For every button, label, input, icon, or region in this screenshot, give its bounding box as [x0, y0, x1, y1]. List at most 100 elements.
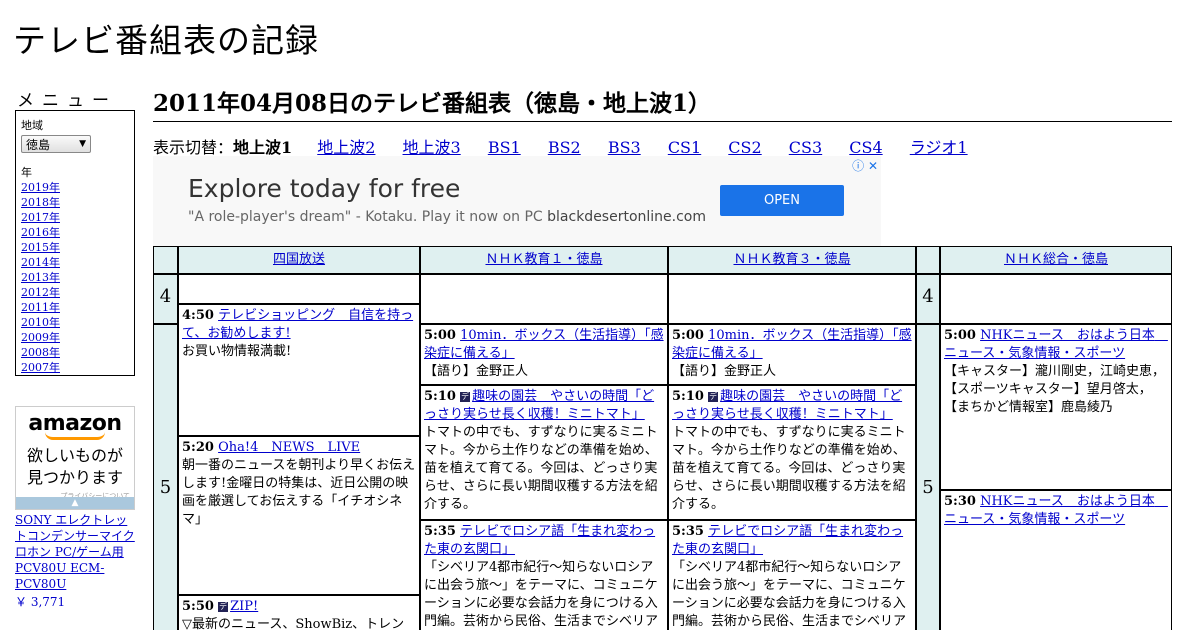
year-link[interactable]: 2010年: [21, 315, 129, 330]
year-link[interactable]: 2008年: [21, 345, 129, 360]
program-desc: 朝一番のニュースを朝刊より早くお伝えします!金曜日の特集は、近日公開の映画を厳選…: [182, 458, 416, 527]
switch-link[interactable]: CS4: [849, 138, 882, 157]
chevron-down-icon: ▼: [79, 139, 86, 149]
program-cell: 5:50 デZIP! ▽最新のニュース、ShowBiz、トレンド: [178, 595, 420, 630]
corner-cell: [153, 246, 178, 274]
hour-cell: 5: [153, 324, 178, 630]
switch-link[interactable]: BS2: [548, 138, 581, 157]
program-desc: 【語り】金野正人: [672, 364, 777, 379]
program-title[interactable]: テレビショッピング 自信を持って、お勧めします!: [182, 308, 413, 341]
year-link[interactable]: 2007年: [21, 360, 129, 375]
switch-link[interactable]: 地上波2: [317, 138, 375, 157]
program-time: 5:35: [424, 524, 456, 539]
switch-link[interactable]: BS1: [488, 138, 521, 157]
ad-headline: Explore today for free: [188, 174, 461, 203]
year-link[interactable]: 2009年: [21, 330, 129, 345]
switch-link[interactable]: BS3: [608, 138, 641, 157]
program-title[interactable]: 趣味の園芸 やさいの時間「どっさり実らせ長く収穫！ミニトマト」: [672, 389, 902, 422]
program-empty: [178, 274, 420, 304]
switch-link[interactable]: CS1: [668, 138, 701, 157]
switch-link[interactable]: ラジオ1: [910, 138, 968, 157]
ad-choices-icon[interactable]: ⓘ ✕: [852, 157, 878, 174]
channel-header: ＮＨＫ教育１・徳島: [420, 246, 668, 274]
switch-link[interactable]: CS2: [728, 138, 761, 157]
year-link[interactable]: 2018年: [21, 195, 129, 210]
ad-quote: "A role-player's dream" - Kotaku. Play i…: [188, 209, 543, 225]
expand-up-icon[interactable]: ▲: [16, 497, 134, 509]
corner-cell: [916, 246, 940, 274]
program-time: 5:00: [672, 328, 704, 343]
program-title[interactable]: テレビでロシア語「生まれ変わった東の玄関口」: [424, 524, 655, 557]
amazon-ad[interactable]: amazon 欲しいものが 見つかります プライバシーについて ▲: [15, 406, 135, 510]
hour-cell: 4: [153, 274, 178, 324]
program-desc: ▽最新のニュース、ShowBiz、トレンド: [182, 617, 405, 630]
year-link[interactable]: 2017年: [21, 210, 129, 225]
program-empty: [420, 274, 668, 324]
schedule-grid: 四国放送 ＮＨＫ教育１・徳島 ＮＨＫ教育３・徳島 ＮＨＫ総合・徳島 4 5 4 …: [153, 246, 1172, 630]
program-time: 5:35: [672, 524, 704, 539]
data-broadcast-icon: デ: [218, 602, 229, 612]
program-cell: 5:20 Oha!4 NEWS LIVE 朝一番のニュースを朝刊より早くお伝えし…: [178, 436, 420, 595]
program-cell: 5:00 10min．ボックス（生活指導）「感染症に備える」 【語り】金野正人: [668, 324, 916, 385]
amazon-message-1: 欲しいものが: [26, 446, 123, 465]
program-desc: 「シベリア4都市紀行～知らないロシアに出会う旅～」をテーマに、コミュニケーション…: [424, 560, 659, 629]
product-link[interactable]: SONY エレクトレットコンデンサーマイクロホン PC/ゲーム用 PCV80U …: [15, 512, 137, 592]
switch-link[interactable]: 地上波3: [403, 138, 461, 157]
program-cell: 5:35 テレビでロシア語「生まれ変わった東の玄関口」 「シベリア4都市紀行～知…: [420, 520, 668, 630]
year-link[interactable]: 2012年: [21, 285, 129, 300]
year-link[interactable]: 2013年: [21, 270, 129, 285]
program-title[interactable]: NHKニュース おはよう日本 ニュース・気象情報・スポーツ: [944, 328, 1168, 361]
program-time: 5:00: [944, 328, 976, 343]
program-title[interactable]: Oha!4 NEWS LIVE: [218, 440, 360, 455]
channel-link[interactable]: ＮＨＫ総合・徳島: [1004, 252, 1108, 267]
program-cell: 5:00 10min．ボックス（生活指導）「感染症に備える」 【語り】金野正人: [420, 324, 668, 385]
program-time: 5:50: [182, 599, 214, 614]
region-select[interactable]: 徳島 ▼: [21, 135, 91, 153]
program-title[interactable]: テレビでロシア語「生まれ変わった東の玄関口」: [672, 524, 903, 557]
channel-header: ＮＨＫ総合・徳島: [940, 246, 1172, 274]
year-list: 2019年 2018年 2017年 2016年 2015年 2014年 2013…: [21, 180, 129, 375]
switch-link[interactable]: CS3: [789, 138, 822, 157]
year-link[interactable]: 2019年: [21, 180, 129, 195]
amazon-logo: amazon: [28, 411, 122, 436]
menu-box: 地域 徳島 ▼ 年 2019年 2018年 2017年 2016年 2015年 …: [15, 110, 135, 376]
channel-link[interactable]: ＮＨＫ教育１・徳島: [485, 252, 602, 267]
ad-open-button[interactable]: OPEN: [720, 185, 844, 216]
hour-cell: 5: [916, 324, 940, 630]
ad-domain: blackdesertonline.com: [547, 209, 707, 225]
program-time: 5:10: [672, 389, 704, 404]
program-title[interactable]: NHKニュース おはよう日本 ニュース・気象情報・スポーツ: [944, 494, 1168, 527]
program-desc: トマトの中でも、すずなりに実るミニトマト。今から土作りなどの準備を始め、苗を植え…: [672, 425, 906, 512]
data-broadcast-icon: デ: [708, 392, 719, 402]
product-price: ￥ 3,771: [15, 595, 66, 609]
program-cell: 5:10 デ趣味の園芸 やさいの時間「どっさり実らせ長く収穫！ミニトマト」 トマ…: [668, 385, 916, 520]
hour-cell: 4: [916, 274, 940, 324]
program-desc: 「シベリア4都市紀行～知らないロシアに出会う旅～」をテーマに、コミュニケーション…: [672, 560, 907, 629]
program-title[interactable]: 10min．ボックス（生活指導）「感染症に備える」: [672, 328, 912, 361]
program-cell: 5:30 NHKニュース おはよう日本 ニュース・気象情報・スポーツ: [940, 490, 1172, 630]
year-label: 年: [21, 166, 32, 179]
year-link[interactable]: 2011年: [21, 300, 129, 315]
program-desc: 【キャスター】瀧川剛史，江崎史恵，【スポーツキャスター】望月啓太，【まちかど情報…: [944, 364, 1166, 415]
year-link[interactable]: 2014年: [21, 255, 129, 270]
channel-header: 四国放送: [178, 246, 420, 274]
channel-link[interactable]: ＮＨＫ教育３・徳島: [733, 252, 850, 267]
program-empty: [668, 274, 916, 324]
channel-header: ＮＨＫ教育３・徳島: [668, 246, 916, 274]
program-title[interactable]: 趣味の園芸 やさいの時間「どっさり実らせ長く収穫！ミニトマト」: [424, 389, 654, 422]
program-time: 5:20: [182, 440, 214, 455]
program-time: 4:50: [182, 308, 214, 323]
channel-link[interactable]: 四国放送: [273, 252, 325, 267]
program-time: 5:00: [424, 328, 456, 343]
program-desc: 【語り】金野正人: [424, 364, 529, 379]
page-heading: 2011年04月08日のテレビ番組表（徳島・地上波1）: [153, 84, 1172, 122]
year-link[interactable]: 2016年: [21, 225, 129, 240]
year-link[interactable]: 2015年: [21, 240, 129, 255]
program-title[interactable]: ZIP!: [230, 599, 258, 614]
program-cell: 5:35 テレビでロシア語「生まれ変わった東の玄関口」 「シベリア4都市紀行～知…: [668, 520, 916, 630]
banner-ad[interactable]: Explore today for free "A role-player's …: [153, 156, 881, 246]
region-select-value: 徳島: [26, 137, 51, 152]
program-time: 5:10: [424, 389, 456, 404]
program-title[interactable]: 10min．ボックス（生活指導）「感染症に備える」: [424, 328, 664, 361]
data-broadcast-icon: デ: [460, 392, 471, 402]
